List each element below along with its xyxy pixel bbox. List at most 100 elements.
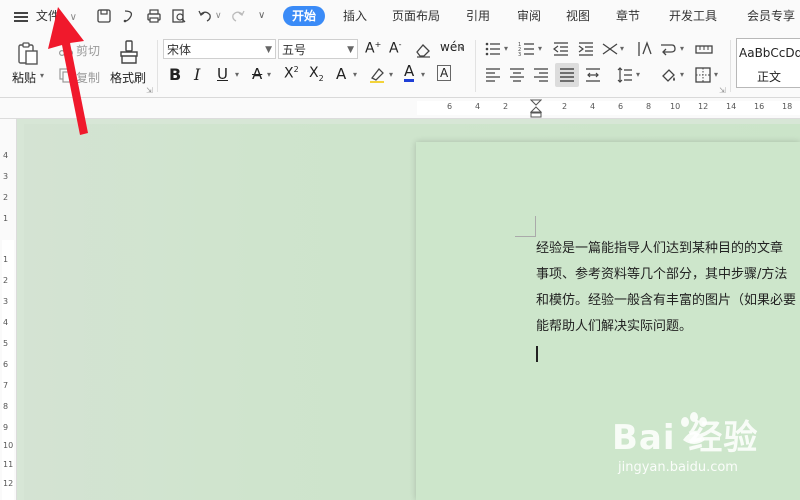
chevron-down-icon[interactable]: ▾ xyxy=(353,70,357,79)
justify-button[interactable] xyxy=(555,63,579,87)
paragraph-launcher-icon[interactable]: ⇲ xyxy=(719,86,726,95)
chevron-down-icon[interactable]: ▾ xyxy=(235,70,239,79)
undo-icon[interactable] xyxy=(197,8,213,24)
redo-icon[interactable] xyxy=(230,8,246,24)
ruler-tick: 9 xyxy=(3,423,9,432)
increase-indent-icon[interactable] xyxy=(577,40,595,58)
tab-page-layout[interactable]: 页面布局 xyxy=(392,0,440,34)
chevron-down-icon[interactable]: ▾ xyxy=(620,44,624,53)
undo-dropdown-icon[interactable]: ∨ xyxy=(215,0,222,34)
vertical-ruler[interactable]: 4 3 2 1 1 2 3 4 5 6 7 8 9 10 11 12 xyxy=(0,119,17,500)
ribbon-divider xyxy=(730,40,731,92)
chevron-down-icon[interactable]: ▾ xyxy=(714,70,718,79)
highlight-icon[interactable] xyxy=(368,66,386,84)
ruler-tick: 2 xyxy=(3,276,9,285)
paste-icon[interactable] xyxy=(15,40,41,66)
ruler-tick: 12 xyxy=(3,479,14,488)
svg-text:3: 3 xyxy=(518,52,521,58)
document-body[interactable]: 经验是一篇能指导人们达到某种目的的文章 事项、参考资料等几个部分，其中步骤/方法… xyxy=(536,236,800,340)
shrink-font-icon[interactable]: A- xyxy=(389,40,401,57)
chevron-down-icon[interactable]: ▾ xyxy=(636,70,640,79)
format-painter-icon[interactable] xyxy=(118,39,140,65)
document-line: 经验是一篇能指导人们达到某种目的的文章 xyxy=(536,241,784,256)
font-color-icon[interactable]: A xyxy=(404,63,415,82)
print-icon[interactable] xyxy=(146,8,162,24)
chevron-down-icon[interactable]: ▾ xyxy=(538,44,542,53)
chevron-down-icon[interactable]: ▾ xyxy=(421,70,425,79)
text-effect-icon[interactable]: A xyxy=(336,65,346,83)
ruler-tick: 1 xyxy=(3,255,9,264)
indent-marker-icon[interactable] xyxy=(530,99,542,118)
chinese-layout-icon[interactable] xyxy=(601,40,619,58)
style-normal[interactable]: AaBbCcDd 正文 xyxy=(736,38,800,88)
borders-icon[interactable] xyxy=(694,66,712,84)
ruler-tick: 4 xyxy=(590,102,596,111)
ruler-tick: 16 xyxy=(754,102,765,111)
italic-icon[interactable]: I xyxy=(194,65,200,84)
annotation-arrow-icon xyxy=(48,7,88,135)
tab-view[interactable]: 视图 xyxy=(566,0,590,34)
distributed-align-icon[interactable] xyxy=(584,66,602,84)
strikethrough-icon[interactable]: A xyxy=(252,65,262,83)
ruler-tick: 6 xyxy=(3,360,9,369)
bold-icon[interactable]: B xyxy=(169,65,181,84)
align-left-icon[interactable] xyxy=(484,66,502,84)
horizontal-ruler[interactable]: 6 4 2 2 4 6 8 10 12 14 16 18 xyxy=(0,98,800,119)
chevron-down-icon[interactable]: ▾ xyxy=(504,44,508,53)
ruler-tick: 1 xyxy=(3,214,9,223)
decrease-indent-icon[interactable] xyxy=(552,40,570,58)
chevron-down-icon[interactable]: ▾ xyxy=(460,44,464,53)
font-size-value: 五号 xyxy=(282,43,307,57)
align-right-icon[interactable] xyxy=(532,66,550,84)
font-size-select[interactable]: 五号 ▼ xyxy=(278,39,358,59)
ruler-tick: 14 xyxy=(726,102,737,111)
chevron-down-icon[interactable]: ▾ xyxy=(389,70,393,79)
hamburger-icon xyxy=(14,11,28,22)
ruler-tick: 8 xyxy=(646,102,652,111)
margin-corner-mark xyxy=(515,216,536,237)
superscript-icon[interactable]: X2 xyxy=(284,65,299,82)
document-line: 和模仿。经验一般含有丰富的图片（如果必要 xyxy=(536,293,797,308)
subscript-icon[interactable]: X2 xyxy=(309,65,324,83)
customize-icon[interactable]: ∨ xyxy=(258,0,265,34)
underline-icon[interactable]: U xyxy=(217,65,228,83)
format-icon[interactable] xyxy=(121,8,137,24)
ruler-tick: 3 xyxy=(3,297,9,306)
tab-references[interactable]: 引用 xyxy=(466,0,490,34)
ruler-tick: 7 xyxy=(3,381,9,390)
chevron-down-icon[interactable]: ▾ xyxy=(267,70,271,79)
numbered-list-icon[interactable]: 123 xyxy=(518,40,536,58)
tab-chapter[interactable]: 章节 xyxy=(616,0,640,34)
chevron-down-icon[interactable]: ▾ xyxy=(680,44,684,53)
shading-icon[interactable] xyxy=(660,66,678,84)
ruler-toggle-icon[interactable] xyxy=(695,40,713,58)
paste-label[interactable]: 粘贴 xyxy=(12,69,36,86)
clipboard-launcher-icon[interactable]: ⇲ xyxy=(146,86,153,95)
text-direction-icon[interactable] xyxy=(635,40,653,58)
char-border-icon[interactable]: A xyxy=(437,65,452,81)
bullet-list-icon[interactable] xyxy=(484,40,502,58)
line-break-icon[interactable] xyxy=(659,40,677,58)
tab-home[interactable]: 开始 xyxy=(283,6,326,26)
chevron-down-icon: ▼ xyxy=(347,45,354,55)
tab-review[interactable]: 审阅 xyxy=(517,0,541,34)
document-line: 能帮助人们解决实际问题。 xyxy=(536,319,693,334)
ruler-tick: 3 xyxy=(3,172,9,181)
document-line: 事项、参考资料等几个部分，其中步骤/方法 xyxy=(536,267,788,282)
line-spacing-icon[interactable] xyxy=(616,66,634,84)
tab-insert[interactable]: 插入 xyxy=(343,0,367,34)
align-center-icon[interactable] xyxy=(508,66,526,84)
font-name-select[interactable]: 宋体 ▼ xyxy=(163,39,276,59)
ruler-tick: 18 xyxy=(782,102,793,111)
ruler-tick: 4 xyxy=(475,102,481,111)
grow-font-icon[interactable]: A+ xyxy=(365,40,381,57)
clear-format-icon[interactable] xyxy=(414,41,432,59)
ruler-tick: 6 xyxy=(447,102,453,111)
chevron-down-icon[interactable]: ▾ xyxy=(680,70,684,79)
print-preview-icon[interactable] xyxy=(171,8,187,24)
tab-developer[interactable]: 开发工具 xyxy=(669,0,717,34)
format-painter-label[interactable]: 格式刷 xyxy=(110,69,146,86)
tab-member[interactable]: 会员专享 xyxy=(747,0,795,34)
watermark: Bai 经验 jingyan.baidu.com xyxy=(612,410,800,490)
ruler-tick: 4 xyxy=(3,151,9,160)
